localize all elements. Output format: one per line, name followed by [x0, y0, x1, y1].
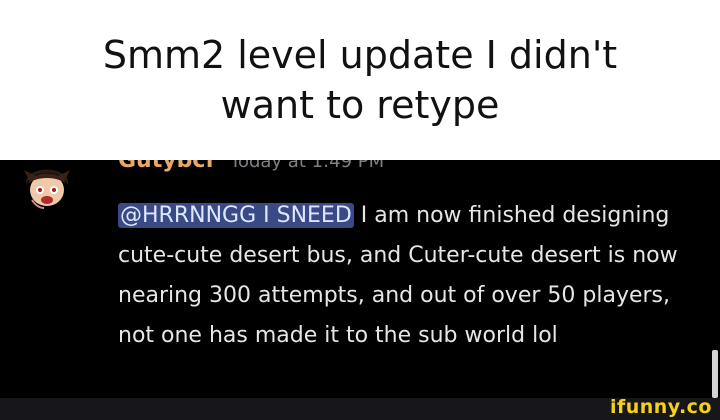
ifunny-watermark: ifunny.co [609, 396, 712, 418]
user-mention[interactable]: @HRRNNGG I SNEED [118, 203, 354, 228]
cartoon-avatar-icon [19, 161, 75, 217]
watermark-bar: ifunny.co [0, 396, 720, 420]
scrollbar-thumb[interactable] [712, 350, 718, 398]
user-avatar[interactable] [18, 160, 76, 218]
chat-screenshot: Gutybcf Today at 1:49 PM @HRRNNGG I SNEE… [0, 160, 720, 420]
message-body: @HRRNNGG I SNEED I am now finished desig… [118, 196, 698, 356]
caption-line-2: want to retype [220, 83, 500, 127]
message-header: Gutybcf Today at 1:49 PM [118, 160, 384, 173]
meme-caption: Smm2 level update I didn't want to retyp… [0, 0, 720, 160]
author-name[interactable]: Gutybcf [118, 160, 215, 173]
caption-line-1: Smm2 level update I didn't [102, 33, 618, 77]
message-timestamp: Today at 1:49 PM [230, 160, 385, 172]
